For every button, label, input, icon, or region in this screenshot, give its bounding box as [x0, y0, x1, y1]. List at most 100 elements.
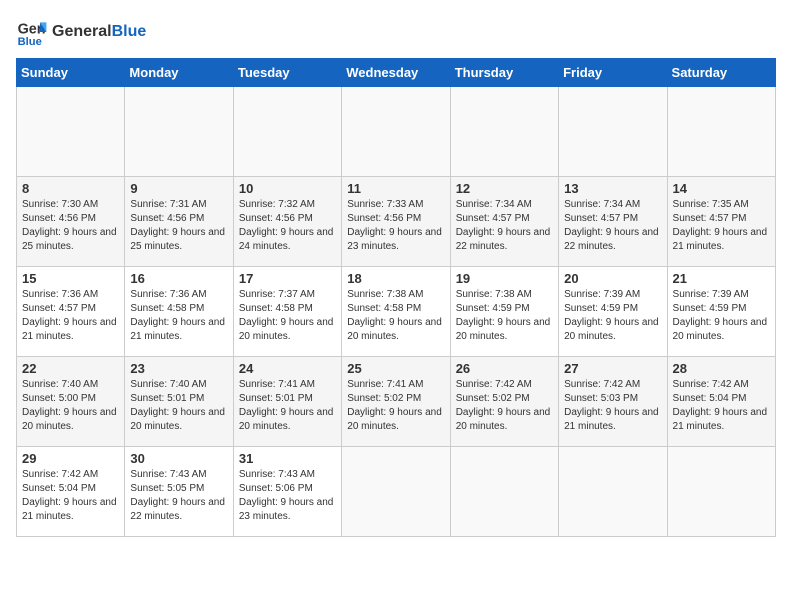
- calendar-cell: 27 Sunrise: 7:42 AM Sunset: 5:03 PM Dayl…: [559, 357, 667, 447]
- header-cell-sunday: Sunday: [17, 59, 125, 87]
- day-info: Sunrise: 7:39 AM Sunset: 4:59 PM Dayligh…: [673, 288, 770, 344]
- day-number: 11: [347, 181, 444, 196]
- day-number: 26: [456, 361, 553, 376]
- calendar-cell: [559, 87, 667, 177]
- week-row-2: 8 Sunrise: 7:30 AM Sunset: 4:56 PM Dayli…: [17, 177, 776, 267]
- day-number: 22: [22, 361, 119, 376]
- calendar-cell: 26 Sunrise: 7:42 AM Sunset: 5:02 PM Dayl…: [450, 357, 558, 447]
- day-number: 29: [22, 451, 119, 466]
- day-number: 24: [239, 361, 336, 376]
- day-number: 18: [347, 271, 444, 286]
- header-row: SundayMondayTuesdayWednesdayThursdayFrid…: [17, 59, 776, 87]
- day-info: Sunrise: 7:31 AM Sunset: 4:56 PM Dayligh…: [130, 198, 227, 254]
- calendar-cell: 17 Sunrise: 7:37 AM Sunset: 4:58 PM Dayl…: [233, 267, 341, 357]
- day-info: Sunrise: 7:42 AM Sunset: 5:03 PM Dayligh…: [564, 378, 661, 434]
- header-cell-wednesday: Wednesday: [342, 59, 450, 87]
- calendar-table: SundayMondayTuesdayWednesdayThursdayFrid…: [16, 58, 776, 537]
- day-info: Sunrise: 7:32 AM Sunset: 4:56 PM Dayligh…: [239, 198, 336, 254]
- calendar-cell: [450, 447, 558, 537]
- day-number: 31: [239, 451, 336, 466]
- calendar-cell: [233, 87, 341, 177]
- day-number: 30: [130, 451, 227, 466]
- calendar-cell: [667, 87, 775, 177]
- day-number: 23: [130, 361, 227, 376]
- day-info: Sunrise: 7:42 AM Sunset: 5:02 PM Dayligh…: [456, 378, 553, 434]
- calendar-cell: [17, 87, 125, 177]
- calendar-cell: 15 Sunrise: 7:36 AM Sunset: 4:57 PM Dayl…: [17, 267, 125, 357]
- day-info: Sunrise: 7:30 AM Sunset: 4:56 PM Dayligh…: [22, 198, 119, 254]
- day-number: 14: [673, 181, 770, 196]
- calendar-cell: 22 Sunrise: 7:40 AM Sunset: 5:00 PM Dayl…: [17, 357, 125, 447]
- calendar-cell: 10 Sunrise: 7:32 AM Sunset: 4:56 PM Dayl…: [233, 177, 341, 267]
- day-number: 21: [673, 271, 770, 286]
- page-header: Gen Blue GeneralBlue: [16, 16, 776, 48]
- day-info: Sunrise: 7:36 AM Sunset: 4:57 PM Dayligh…: [22, 288, 119, 344]
- header-cell-tuesday: Tuesday: [233, 59, 341, 87]
- calendar-cell: 13 Sunrise: 7:34 AM Sunset: 4:57 PM Dayl…: [559, 177, 667, 267]
- calendar-cell: 12 Sunrise: 7:34 AM Sunset: 4:57 PM Dayl…: [450, 177, 558, 267]
- day-info: Sunrise: 7:38 AM Sunset: 4:58 PM Dayligh…: [347, 288, 444, 344]
- calendar-cell: 9 Sunrise: 7:31 AM Sunset: 4:56 PM Dayli…: [125, 177, 233, 267]
- calendar-cell: [450, 87, 558, 177]
- calendar-cell: 30 Sunrise: 7:43 AM Sunset: 5:05 PM Dayl…: [125, 447, 233, 537]
- week-row-1: [17, 87, 776, 177]
- logo-text: GeneralBlue: [52, 23, 146, 41]
- day-info: Sunrise: 7:43 AM Sunset: 5:06 PM Dayligh…: [239, 468, 336, 524]
- calendar-cell: 31 Sunrise: 7:43 AM Sunset: 5:06 PM Dayl…: [233, 447, 341, 537]
- day-number: 8: [22, 181, 119, 196]
- calendar-cell: 19 Sunrise: 7:38 AM Sunset: 4:59 PM Dayl…: [450, 267, 558, 357]
- svg-text:Blue: Blue: [18, 36, 42, 48]
- day-info: Sunrise: 7:33 AM Sunset: 4:56 PM Dayligh…: [347, 198, 444, 254]
- calendar-cell: [559, 447, 667, 537]
- day-number: 28: [673, 361, 770, 376]
- calendar-cell: 23 Sunrise: 7:40 AM Sunset: 5:01 PM Dayl…: [125, 357, 233, 447]
- day-info: Sunrise: 7:36 AM Sunset: 4:58 PM Dayligh…: [130, 288, 227, 344]
- calendar-cell: 25 Sunrise: 7:41 AM Sunset: 5:02 PM Dayl…: [342, 357, 450, 447]
- day-info: Sunrise: 7:34 AM Sunset: 4:57 PM Dayligh…: [564, 198, 661, 254]
- day-info: Sunrise: 7:42 AM Sunset: 5:04 PM Dayligh…: [673, 378, 770, 434]
- calendar-cell: 18 Sunrise: 7:38 AM Sunset: 4:58 PM Dayl…: [342, 267, 450, 357]
- day-number: 25: [347, 361, 444, 376]
- day-info: Sunrise: 7:39 AM Sunset: 4:59 PM Dayligh…: [564, 288, 661, 344]
- day-number: 20: [564, 271, 661, 286]
- day-number: 10: [239, 181, 336, 196]
- calendar-cell: 8 Sunrise: 7:30 AM Sunset: 4:56 PM Dayli…: [17, 177, 125, 267]
- day-number: 9: [130, 181, 227, 196]
- day-info: Sunrise: 7:38 AM Sunset: 4:59 PM Dayligh…: [456, 288, 553, 344]
- header-cell-monday: Monday: [125, 59, 233, 87]
- calendar-cell: 21 Sunrise: 7:39 AM Sunset: 4:59 PM Dayl…: [667, 267, 775, 357]
- day-number: 12: [456, 181, 553, 196]
- day-info: Sunrise: 7:37 AM Sunset: 4:58 PM Dayligh…: [239, 288, 336, 344]
- header-cell-friday: Friday: [559, 59, 667, 87]
- calendar-cell: 11 Sunrise: 7:33 AM Sunset: 4:56 PM Dayl…: [342, 177, 450, 267]
- calendar-cell: [342, 87, 450, 177]
- day-number: 16: [130, 271, 227, 286]
- calendar-cell: 29 Sunrise: 7:42 AM Sunset: 5:04 PM Dayl…: [17, 447, 125, 537]
- calendar-cell: 24 Sunrise: 7:41 AM Sunset: 5:01 PM Dayl…: [233, 357, 341, 447]
- day-info: Sunrise: 7:43 AM Sunset: 5:05 PM Dayligh…: [130, 468, 227, 524]
- day-info: Sunrise: 7:42 AM Sunset: 5:04 PM Dayligh…: [22, 468, 119, 524]
- day-number: 19: [456, 271, 553, 286]
- logo: Gen Blue GeneralBlue: [16, 16, 146, 48]
- calendar-cell: 14 Sunrise: 7:35 AM Sunset: 4:57 PM Dayl…: [667, 177, 775, 267]
- calendar-cell: [342, 447, 450, 537]
- calendar-cell: [125, 87, 233, 177]
- day-info: Sunrise: 7:35 AM Sunset: 4:57 PM Dayligh…: [673, 198, 770, 254]
- logo-icon: Gen Blue: [16, 16, 48, 48]
- header-cell-thursday: Thursday: [450, 59, 558, 87]
- day-number: 17: [239, 271, 336, 286]
- week-row-5: 29 Sunrise: 7:42 AM Sunset: 5:04 PM Dayl…: [17, 447, 776, 537]
- header-cell-saturday: Saturday: [667, 59, 775, 87]
- day-number: 13: [564, 181, 661, 196]
- day-info: Sunrise: 7:41 AM Sunset: 5:02 PM Dayligh…: [347, 378, 444, 434]
- week-row-3: 15 Sunrise: 7:36 AM Sunset: 4:57 PM Dayl…: [17, 267, 776, 357]
- calendar-cell: [667, 447, 775, 537]
- day-number: 15: [22, 271, 119, 286]
- day-info: Sunrise: 7:41 AM Sunset: 5:01 PM Dayligh…: [239, 378, 336, 434]
- day-number: 27: [564, 361, 661, 376]
- calendar-cell: 20 Sunrise: 7:39 AM Sunset: 4:59 PM Dayl…: [559, 267, 667, 357]
- calendar-cell: 28 Sunrise: 7:42 AM Sunset: 5:04 PM Dayl…: [667, 357, 775, 447]
- week-row-4: 22 Sunrise: 7:40 AM Sunset: 5:00 PM Dayl…: [17, 357, 776, 447]
- calendar-cell: 16 Sunrise: 7:36 AM Sunset: 4:58 PM Dayl…: [125, 267, 233, 357]
- day-info: Sunrise: 7:40 AM Sunset: 5:01 PM Dayligh…: [130, 378, 227, 434]
